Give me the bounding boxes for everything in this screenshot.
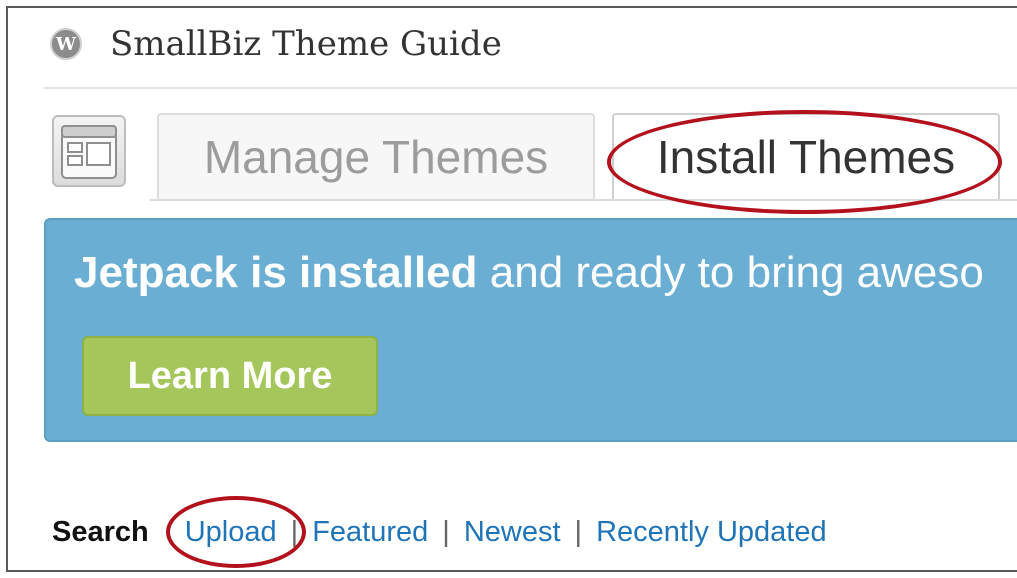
subnav-upload-link[interactable]: Upload: [185, 516, 277, 549]
subnav-newest-link[interactable]: Newest: [464, 516, 561, 549]
logo-glyph: W: [55, 33, 77, 55]
tab-install-themes[interactable]: Install Themes: [612, 113, 1000, 199]
subnav-separator: |: [442, 515, 450, 548]
tab-manage-themes[interactable]: Manage Themes: [157, 113, 595, 199]
subnav-search-current: Search: [52, 515, 149, 548]
subnav-separator: |: [290, 515, 299, 548]
subnav-separator: |: [574, 515, 583, 548]
site-header: W SmallBiz Theme Guide: [50, 22, 502, 66]
wordpress-logo-icon[interactable]: W: [50, 28, 82, 60]
subnav-featured-link[interactable]: Featured: [312, 516, 428, 549]
learn-more-button[interactable]: Learn More: [82, 336, 378, 416]
appearance-themes-icon: [52, 115, 126, 187]
install-subnav: Search Upload | Featured | Newest | Rece…: [52, 512, 827, 552]
notice-bold-text: Jetpack is installed: [74, 248, 478, 297]
header-divider: [44, 87, 1017, 89]
tab-baseline: [150, 199, 1017, 201]
jetpack-notice: Jetpack is installed and ready to bring …: [44, 218, 1017, 442]
notice-message: Jetpack is installed and ready to bring …: [74, 248, 984, 298]
notice-text: and ready to bring aweso: [477, 248, 984, 297]
subnav-recently-updated-link[interactable]: Recently Updated: [596, 516, 827, 549]
site-title[interactable]: SmallBiz Theme Guide: [110, 24, 502, 64]
